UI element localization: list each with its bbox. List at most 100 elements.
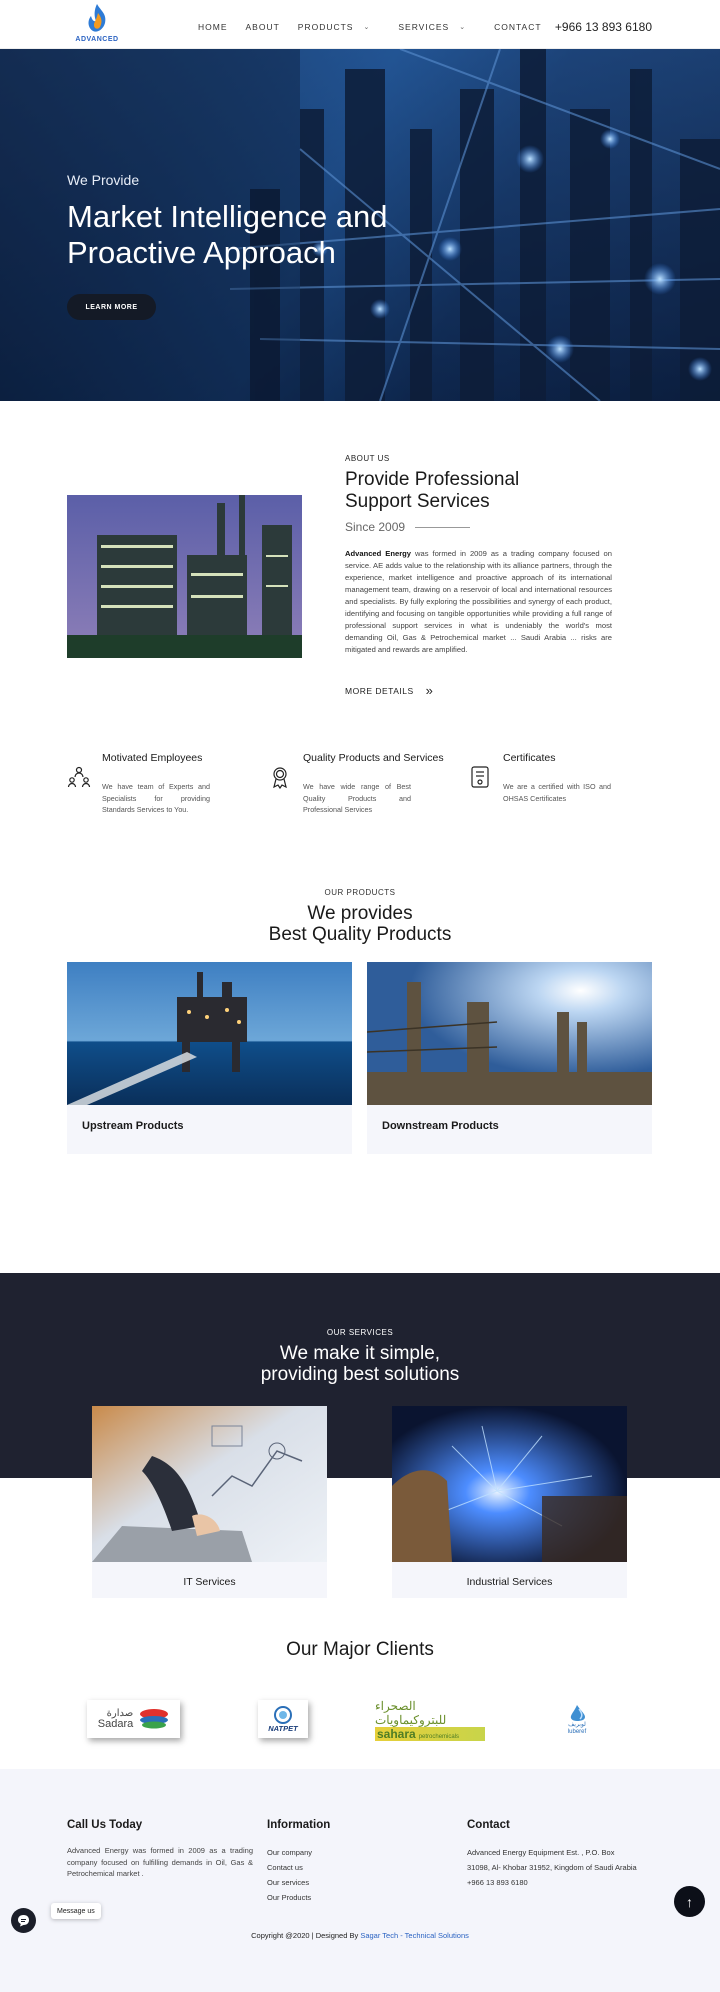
nav-contact-label: CONTACT [494,22,542,32]
feature-text: We are a certified with ISO and OHSAS Ce… [503,782,611,803]
nav-about[interactable]: ABOUT [246,22,280,32]
nav-about-label: ABOUT [245,22,280,32]
copyright-text: Copyright @2020 | Designed By [251,1931,361,1940]
footer-link-company[interactable]: Our company [267,1845,330,1860]
client-logo-sadara: صدارة Sadara [87,1700,180,1738]
client-logo-luberef: لوبريف luberef [552,1700,602,1740]
footer-link-contact[interactable]: Contact us [267,1860,330,1875]
products-eyebrow: OUR PRODUCTS [324,888,396,897]
services-title-line2: providing best solutions [260,1364,460,1385]
team-icon [67,766,91,788]
hero-subtitle: We Provide [67,172,140,188]
service-label: Industrial Services [466,1576,553,1588]
feature-text: We have wide range of Best Quality Produ… [303,782,411,814]
petrochemical-plant-image [67,495,302,658]
products-title: We provides Best Quality Products [0,903,720,945]
messenger-button[interactable] [11,1908,36,1933]
services-title-line1: We make it simple, [279,1343,441,1364]
arrow-up-icon: ↑ [686,1893,693,1910]
company-name: Advanced Energy [345,549,412,558]
divider-line [415,526,471,528]
laptop-typing-image [92,1406,327,1562]
products-title-line1: We provides [307,903,413,924]
footer-links: Our company Contact us Our services Our … [267,1845,330,1905]
welding-sparks-image [392,1406,627,1562]
services-eyebrow: OUR SERVICES [326,1328,394,1337]
sahara-sub: petrochemicals [418,1734,460,1740]
products-title-line2: Best Quality Products [268,924,452,945]
chevron-down-icon: ⌄ [363,24,371,31]
designer-link[interactable]: Sagar Tech - Technical Solutions [360,1931,469,1940]
certificate-icon [471,766,489,788]
footer-call-text: Advanced Energy was formed in 2009 as a … [67,1846,253,1878]
footer-contact-title: Contact [467,1819,510,1831]
footer-link-services[interactable]: Our services [267,1875,330,1890]
services-section: OUR SERVICES We make it simple, providin… [0,1273,720,1639]
luberef-drop-icon [570,1705,585,1721]
luberef-name: luberef [567,1729,587,1735]
product-label: Upstream Products [82,1120,184,1132]
scroll-to-top-button[interactable]: ↑ [674,1886,705,1917]
service-label: IT Services [183,1576,236,1588]
flame-logo-icon [88,4,106,32]
nav-services[interactable]: SERVICES ⌄ [398,22,466,32]
copyright: Copyright @2020 | Designed By Sagar Tech… [0,1931,720,1940]
about-paragraph: Advanced Energy was formed in 2009 as a … [345,548,612,656]
feature-text: We have team of Experts and Specialists … [102,782,210,814]
luberef-arabic: لوبريف [568,1722,586,1728]
more-details-link[interactable]: MORE DETAILS » [345,683,433,698]
footer-call-column: Call Us Today Advanced Energy was formed… [67,1819,253,1880]
refinery-day-image [367,962,652,1105]
feature-title: Motivated Employees [102,752,203,764]
hero-banner: We Provide Market Intelligence and Proac… [0,49,720,401]
natpet-name: NATPET [268,1723,298,1733]
more-details-label: MORE DETAILS [345,685,414,696]
double-chevron-right-icon: » [425,683,434,698]
clients-title: Our Major Clients [286,1639,434,1660]
features-section: Motivated Employees We have team of Expe… [0,743,720,853]
nav-contact[interactable]: CONTACT [494,22,541,32]
offshore-rig-image [67,962,352,1105]
footer-address: Advanced Energy Equipment Est. , P.O. Bo… [467,1848,637,1872]
nav-home[interactable]: HOME [198,22,228,32]
offshore-rig-photo [67,962,352,1105]
product-card-downstream[interactable]: Downstream Products [367,962,652,1154]
client-logo-natpet: NATPET [258,1700,308,1738]
service-card-industrial[interactable]: Industrial Services [392,1406,627,1598]
logo-text: ADVANCED [75,36,119,43]
client-logo-sahara: الصحراء للبتروكيماويات sahara petrochemi… [375,1699,490,1741]
feature-title: Certificates [503,752,556,764]
site-header: ADVANCED HOME ABOUT PRODUCTS ⌄ SERVICES ⌄ … [0,0,720,49]
nav-products[interactable]: PRODUCTS ⌄ [298,22,371,32]
sahara-arabic: الصحراء للبتروكيماويات [375,1699,447,1727]
natpet-mark-icon [274,1705,292,1724]
since-label: Since 2009 [345,520,406,534]
message-us-tooltip[interactable]: Message us [51,1903,101,1919]
sadara-mark-icon [140,1709,169,1729]
sadara-name: Sadara [97,1718,134,1730]
footer-info-column: Information Our company Contact us Our s… [267,1819,330,1905]
footer-link-products[interactable]: Our Products [267,1890,330,1905]
services-title: We make it simple, providing best soluti… [0,1343,720,1385]
logo[interactable]: ADVANCED [67,3,127,45]
products-section: OUR PRODUCTS We provides Best Quality Pr… [0,853,720,1273]
sahara-name: sahara [377,1727,416,1741]
clients-section: Our Major Clients صدارة Sadara NATPET ال… [0,1639,720,1769]
nav-services-label: SERVICES [398,22,450,32]
site-footer: Call Us Today Advanced Energy was formed… [0,1769,720,1992]
footer-contact-details: Advanced Energy Equipment Est. , P.O. Bo… [467,1845,637,1890]
service-card-it[interactable]: IT Services [92,1406,327,1598]
header-phone[interactable]: +966 13 893 6180 [555,20,652,34]
product-card-upstream[interactable]: Upstream Products [67,962,352,1154]
nav-home-label: HOME [198,22,228,32]
main-nav: HOME ABOUT PRODUCTS ⌄ SERVICES ⌄ CONTACT [198,22,560,32]
product-label: Downstream Products [382,1120,499,1132]
footer-phone[interactable]: +966 13 893 6180 [467,1875,637,1890]
award-icon [273,767,287,789]
feature-title: Quality Products and Services [303,752,444,764]
footer-call-title: Call Us Today [67,1819,143,1831]
chat-bubble-icon [18,1915,29,1927]
about-eyebrow: ABOUT US [345,454,390,463]
learn-more-button[interactable]: LEARN MORE [67,294,156,320]
footer-info-title: Information [267,1819,331,1831]
